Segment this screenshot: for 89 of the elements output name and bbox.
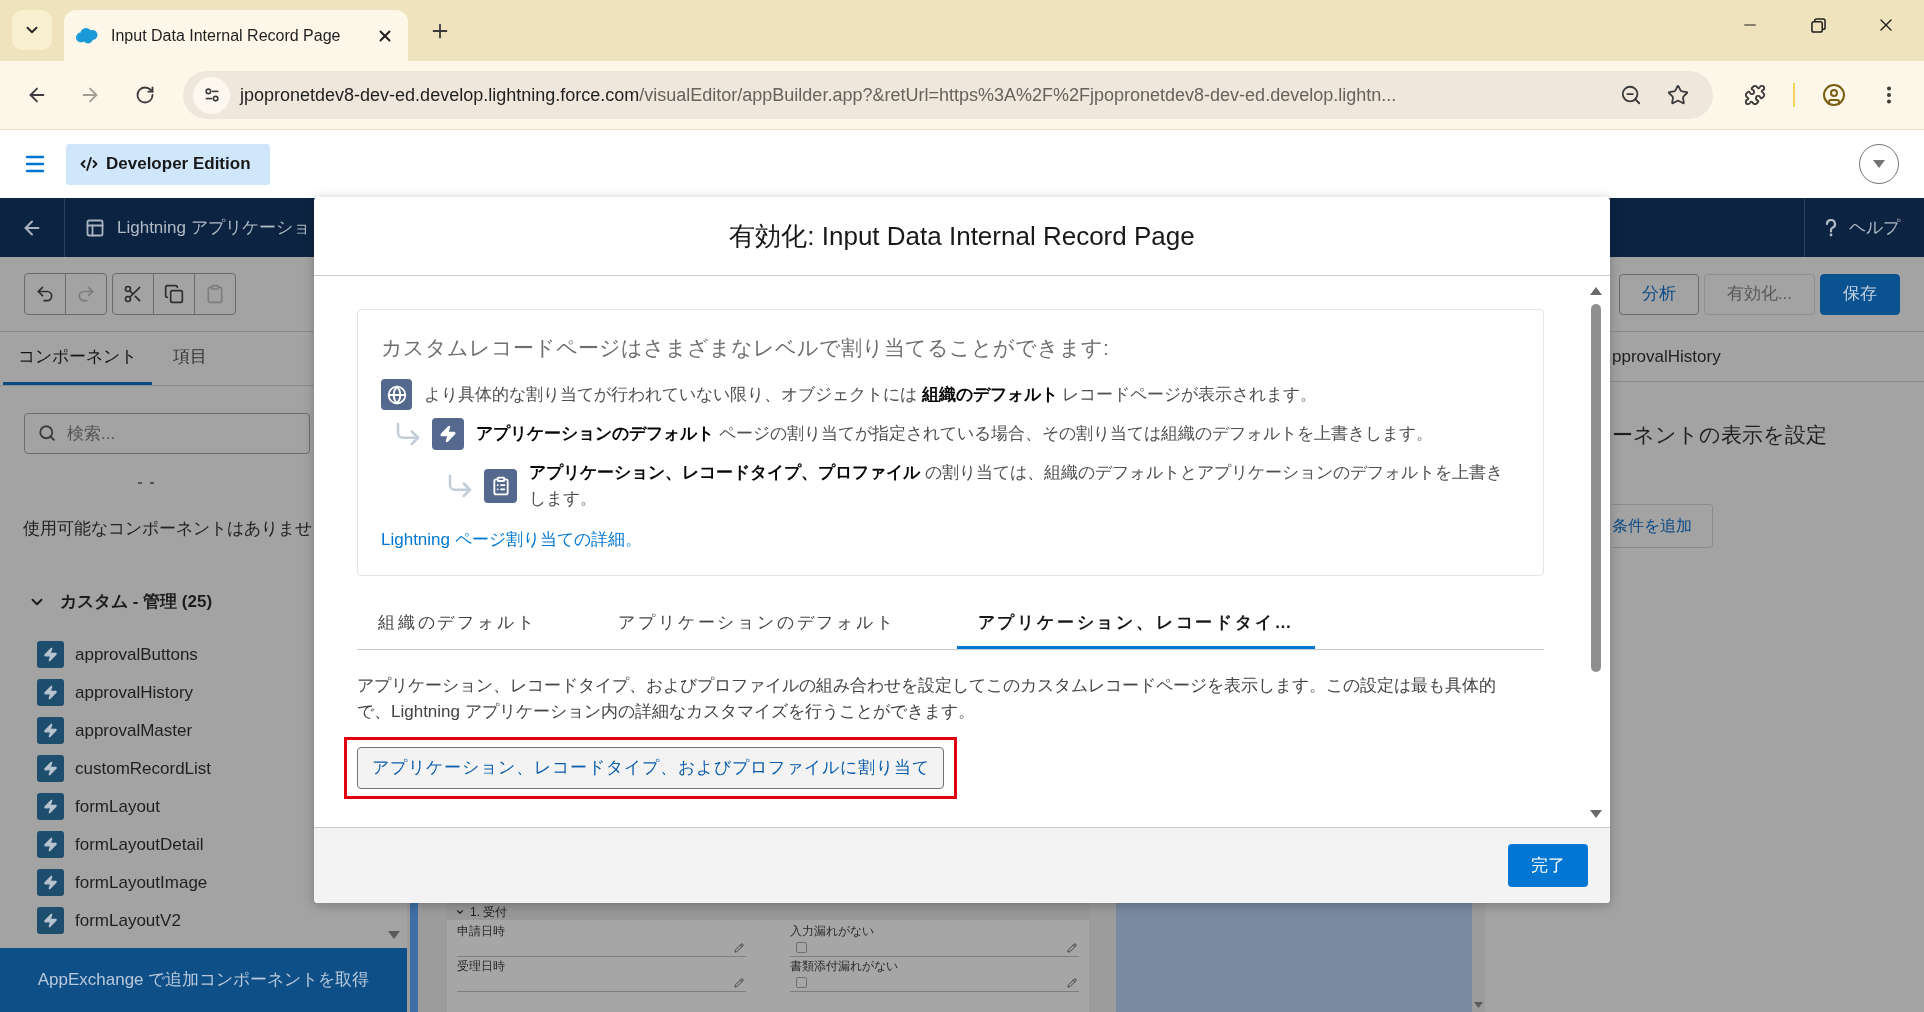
field-label: 受理日時 [457, 959, 505, 974]
cloud-icon [75, 27, 99, 44]
level-description: アプリケーション、レコードタイプ、プロファイル の割り当ては、組織のデフォルトとアプリケーションのデフォルトを上書きします。 [529, 462, 1504, 510]
checkbox[interactable] [796, 977, 807, 988]
lightning-icon [37, 831, 64, 858]
scroll-up-arrow-icon[interactable] [1590, 287, 1602, 295]
lightning-icon [37, 907, 64, 934]
copy-icon [164, 284, 184, 304]
search-icon [38, 424, 56, 442]
lightning-icon [37, 717, 64, 744]
scroll-down-arrow-icon[interactable] [388, 931, 400, 939]
field-label: 申請日時 [457, 924, 505, 939]
field-label: 書類添付漏れがない [790, 959, 898, 974]
checkbox[interactable] [796, 942, 807, 953]
help-icon [1825, 218, 1837, 237]
component-item[interactable]: formLayoutDetail [37, 825, 204, 864]
lightning-icon [37, 641, 64, 668]
redo-icon [76, 284, 96, 304]
copy-button[interactable] [153, 273, 195, 315]
tab[interactable]: コンポーネント [3, 332, 152, 385]
globe-icon [381, 379, 412, 410]
component-item[interactable]: approvalMaster [37, 711, 193, 750]
extensions-icon[interactable] [1744, 84, 1766, 106]
component-item[interactable]: formLayoutImage [37, 863, 208, 902]
profile-icon[interactable] [1822, 83, 1846, 107]
sliders-icon[interactable] [193, 76, 230, 114]
tab-title: Input Data Internal Record Page [111, 25, 342, 46]
lightning-icon [37, 793, 64, 820]
tab[interactable]: アプリケーション、レコードタイ… [956, 590, 1316, 649]
layout-icon [85, 217, 105, 238]
browser-tab[interactable]: Input Data Internal Record Page [64, 10, 408, 61]
input-field[interactable] [790, 939, 1079, 957]
info-heading: カスタムレコードページはさまざまなレベルで割り当てることができます: [381, 335, 1109, 361]
scroll-down-arrow-icon[interactable] [1590, 810, 1602, 818]
undo-button[interactable] [24, 273, 66, 315]
loading-dots-icon [138, 482, 154, 485]
assign-button[interactable]: アプリケーション、レコードタイプ、およびプロファイルに割り当て [357, 747, 944, 789]
search-field[interactable]: 検索... [24, 413, 310, 454]
group-header[interactable]: カスタム - 管理 (25) [28, 589, 213, 615]
done-button[interactable]: 完了 [1508, 844, 1588, 887]
empty-message: 使用可能なコンポーネントはありませ [23, 518, 312, 540]
clipboard-icon [205, 284, 225, 304]
help-button[interactable]: ヘルプ [1825, 214, 1900, 241]
caret-down-icon [1873, 160, 1885, 168]
pencil-icon[interactable] [734, 977, 744, 988]
level-description: より具体的な割り当てが行われていない限り、オブジェクトには 組織のデフォルト レコードページが表示されます。 [424, 383, 1318, 406]
appexchange-button[interactable]: AppExchange で追加コンポーネントを取得 [0, 948, 407, 1012]
component-item[interactable]: approvalButtons [37, 635, 198, 674]
lightning-icon [37, 679, 64, 706]
restore-icon[interactable] [1810, 17, 1826, 33]
dialog-title: 有効化: Input Data Internal Record Page [729, 219, 1195, 253]
reload-icon[interactable] [135, 85, 155, 105]
star-icon[interactable] [1667, 84, 1689, 106]
address-field[interactable]: jpopronetdev8-dev-ed.develop.lightning.force.com/visualEditor/appBuilder.app?&retUrl=https%3A%2F%2Fjpopronetdev8-dev-ed.develop.lightn... [183, 71, 1713, 119]
section-header[interactable]: 1. 受付 [447, 903, 1089, 920]
component-item[interactable]: approvalHistory [37, 673, 194, 712]
clipboard-icon [484, 469, 517, 503]
scrollbar-thumb[interactable] [1591, 304, 1601, 672]
add-condition-button[interactable]: 条件を追加 [1612, 504, 1713, 548]
pencil-icon[interactable] [1067, 977, 1077, 988]
lightning-icon [37, 755, 64, 782]
app-title: Lightning アプリケーショ [117, 216, 310, 239]
scissors-icon [123, 284, 143, 304]
input-field[interactable] [790, 974, 1079, 992]
pencil-icon[interactable] [1067, 942, 1077, 953]
component-title: pprovalHistory [1612, 345, 1721, 368]
lightning-icon [37, 869, 64, 896]
tab[interactable]: アプリケーションのデフォルト [597, 590, 917, 649]
help-link[interactable]: Lightning ページ割り当ての詳細。 [381, 530, 642, 549]
url-text: jpopronetdev8-dev-ed.develop.lightning.force.com/visualEditor/appBuilder.app?&retUrl=https%3A%2F%2Fjpopronetdev8-dev-ed.develop.lightn... [240, 83, 1398, 107]
action-button[interactable]: 分析 [1618, 273, 1699, 315]
cut-button[interactable] [112, 273, 154, 315]
level-description: アプリケーションのデフォルト ページの割り当てが指定されている場合、その割り当ては組織のデフォルトを上書きします。 [476, 423, 1433, 445]
field-label: 入力漏れがない [790, 924, 874, 939]
pencil-icon[interactable] [734, 942, 744, 953]
component-item[interactable]: formLayoutV2 [37, 901, 181, 940]
section-heading: ーネントの表示を設定 [1612, 422, 1827, 448]
component-item[interactable]: customRecordList [37, 749, 212, 788]
action-button[interactable]: 保存 [1820, 273, 1900, 315]
undo-icon [35, 284, 55, 304]
description-text: アプリケーション、レコードタイプ、およびプロファイルの組み合わせを設定してこのカスタムレコードページを表示します。この設定は最も具体的で、Lightning アプリケーション内の詳細なカスタマイズを行うことができます。 [357, 675, 1497, 723]
tab[interactable]: 組織のデフォルト [357, 590, 558, 649]
badge-label: Developer Edition [106, 153, 251, 176]
zoom-out-icon[interactable] [1620, 84, 1642, 106]
lightning-icon [432, 418, 464, 450]
component-item[interactable]: formLayout [37, 787, 161, 826]
tab[interactable]: 項目 [158, 332, 222, 385]
scroll-down-arrow-icon[interactable] [1474, 1002, 1483, 1008]
code-icon [80, 155, 98, 173]
